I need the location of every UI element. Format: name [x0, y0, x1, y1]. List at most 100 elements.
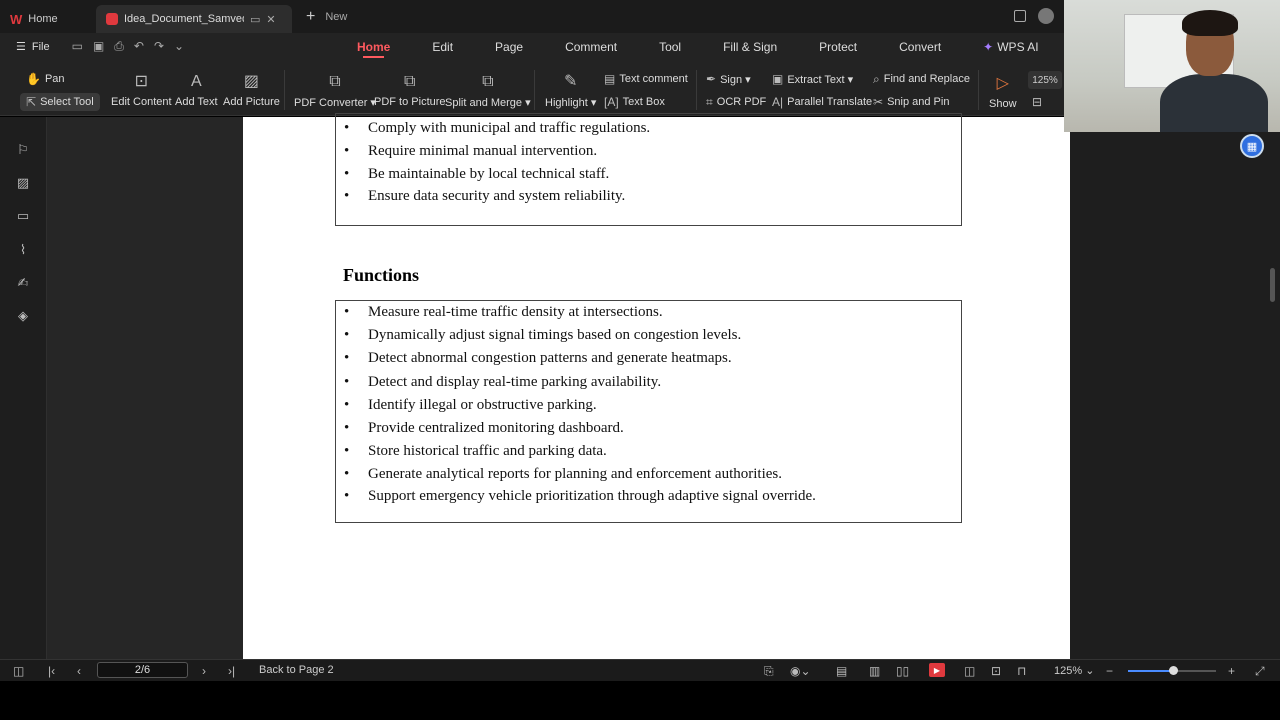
document-tab-label: Idea_Document_Samved_Hac — [124, 13, 244, 25]
find-replace-button[interactable]: ⌕ Find and Replace — [873, 72, 970, 86]
layers-icon[interactable]: ◈ — [16, 309, 30, 323]
open-folder-icon[interactable]: ▭ — [72, 39, 83, 54]
tab-wps-ai[interactable]: ✦ WPS AI — [983, 33, 1038, 60]
person-hair — [1182, 10, 1238, 36]
comment-icon[interactable]: ▭ — [16, 209, 30, 223]
edit-content-button[interactable]: ⊡ Edit Content — [111, 72, 172, 108]
document-tab[interactable]: Idea_Document_Samved_Hac ▭ ✕ — [96, 5, 292, 33]
pdf-converter-button[interactable]: ⧉ PDF Converter ▾ — [294, 72, 376, 109]
new-tab-button[interactable]: + New — [292, 8, 347, 26]
sidebar-toggle-icon[interactable]: ◫ — [13, 664, 24, 678]
new-tab-label: New — [325, 10, 348, 23]
tab-home[interactable]: Home — [357, 33, 390, 60]
split-merge-icon: ⧉ — [482, 73, 494, 90]
next-page-icon[interactable]: › — [202, 664, 206, 678]
add-text-icon: A — [190, 73, 202, 90]
signature-icon[interactable]: ✍ — [16, 276, 30, 290]
last-page-icon[interactable]: ›| — [228, 664, 235, 678]
extract-text-button[interactable]: ▣ Extract Text ▾ — [772, 72, 853, 86]
list-item: • Detect and display real-time parking av… — [344, 374, 662, 390]
text-box-button[interactable]: [A] Text Box — [604, 95, 665, 109]
show-button[interactable]: ▷ Show — [989, 74, 1017, 110]
text-comment-icon: ▤ — [604, 72, 616, 86]
parallel-translate-button[interactable]: A| Parallel Translate — [772, 95, 872, 109]
zoom-slider[interactable] — [1128, 666, 1216, 675]
tab-comment[interactable]: Comment — [565, 33, 617, 60]
tab-protect[interactable]: Protect — [819, 33, 857, 60]
bookmark-icon[interactable]: ⚐ — [16, 143, 30, 157]
fullscreen-icon[interactable]: ⤢ — [1255, 664, 1265, 679]
attachment-icon[interactable]: ⌇ — [16, 243, 30, 257]
thumbnail-icon[interactable]: ▨ — [16, 176, 30, 190]
sign-button[interactable]: ✒ Sign ▾ — [706, 72, 751, 86]
chevron-down-icon[interactable]: ⌄ — [174, 39, 184, 54]
tab-edit[interactable]: Edit — [432, 33, 453, 60]
text-comment-button[interactable]: ▤ Text comment — [604, 72, 688, 86]
right-panel — [1070, 117, 1280, 659]
wps-ai-icon: ✦ — [983, 39, 994, 54]
pdf-to-picture-button[interactable]: ⧉ PDF to Picture — [374, 72, 446, 108]
text-box-label: Text Box — [622, 96, 665, 108]
user-avatar[interactable] — [1038, 8, 1054, 24]
snip-pin-label: Snip and Pin — [887, 96, 950, 108]
previous-page-icon[interactable]: ‹ — [77, 664, 81, 678]
ribbon-zoom-field[interactable]: 125% — [1028, 71, 1062, 89]
play-icon: ▷ — [996, 75, 1009, 92]
close-tab-icon[interactable]: ✕ — [266, 13, 275, 26]
first-page-icon[interactable]: |‹ — [48, 664, 55, 678]
continuous-page-icon[interactable]: ▥ — [869, 664, 880, 678]
add-text-label: Add Text — [175, 96, 218, 108]
restore-window-icon[interactable] — [1014, 10, 1026, 22]
page-number-input[interactable]: 2/6 — [97, 662, 188, 678]
ocr-icon: ⌗ — [706, 95, 713, 109]
split-merge-button[interactable]: ⧉ Split and Merge ▾ — [445, 72, 531, 109]
add-picture-button[interactable]: ▨ Add Picture — [223, 72, 280, 108]
tab-fill-sign[interactable]: Fill & Sign — [723, 33, 777, 60]
document-viewport[interactable]: • Comply with municipal and traffic regul… — [47, 113, 1070, 659]
ai-assistant-icon[interactable]: ▦ — [1240, 134, 1264, 158]
export-icon[interactable]: ⎘ — [764, 664, 774, 679]
undo-icon[interactable]: ↶ — [134, 39, 144, 54]
back-to-page-link[interactable]: Back to Page 2 — [259, 664, 334, 676]
print-icon[interactable]: ⎙ — [114, 39, 124, 54]
tab-tool[interactable]: Tool — [659, 33, 681, 60]
wps-logo-icon: W — [10, 11, 23, 27]
tab-page[interactable]: Page — [495, 33, 523, 60]
file-menu[interactable]: ☰ File — [0, 40, 50, 54]
add-text-button[interactable]: A Add Text — [175, 72, 218, 108]
snip-pin-button[interactable]: ✂ Snip and Pin — [873, 95, 949, 109]
select-tool-button[interactable]: ⇱ Select Tool — [20, 93, 100, 111]
zoom-slider-handle[interactable] — [1169, 666, 1178, 675]
pdf-to-picture-label: PDF to Picture — [374, 96, 446, 108]
two-page-icon[interactable]: ▯▯ — [896, 664, 909, 678]
tab-convert[interactable]: Convert — [899, 33, 941, 60]
text-comment-label: Text comment — [619, 73, 688, 85]
grid-view-icon[interactable]: ◫ — [964, 664, 975, 678]
fit-width-icon[interactable]: ⊡ — [991, 664, 1001, 678]
person-body — [1160, 74, 1268, 132]
eye-icon[interactable]: ◉⌄ — [790, 664, 811, 678]
pan-button[interactable]: ✋ Pan — [26, 72, 65, 86]
fit-page-button[interactable]: ⊟ — [1032, 95, 1042, 109]
vertical-scrollbar[interactable] — [1270, 268, 1275, 302]
zoom-in-icon[interactable]: + — [1228, 664, 1235, 678]
ocr-pdf-button[interactable]: ⌗ OCR PDF — [706, 95, 766, 109]
zoom-out-icon[interactable]: − — [1106, 664, 1113, 678]
search-icon: ⌕ — [873, 72, 880, 86]
save-icon[interactable]: ▣ — [93, 39, 104, 54]
redo-icon[interactable]: ↷ — [154, 39, 164, 54]
record-icon[interactable]: ▶ — [929, 663, 945, 677]
print-layout-icon[interactable]: ⊓ — [1017, 664, 1026, 678]
highlight-button[interactable]: ✎ Highlight ▾ — [545, 72, 596, 109]
hamburger-icon: ☰ — [16, 41, 26, 53]
list-item: • Measure real-time traffic density at in… — [344, 304, 663, 320]
text-box-icon: [A] — [604, 95, 619, 109]
functions-box: • Measure real-time traffic density at in… — [335, 300, 962, 523]
single-page-icon[interactable]: ▤ — [836, 664, 847, 678]
status-zoom-dropdown[interactable]: 125% ⌄ — [1054, 664, 1094, 677]
pdf-to-picture-icon: ⧉ — [404, 73, 416, 90]
home-tab[interactable]: W Home — [0, 5, 96, 33]
tab-window-icon[interactable]: ▭ — [250, 13, 260, 26]
split-merge-label: Split and Merge ▾ — [445, 97, 531, 109]
plus-icon: + — [306, 7, 316, 25]
